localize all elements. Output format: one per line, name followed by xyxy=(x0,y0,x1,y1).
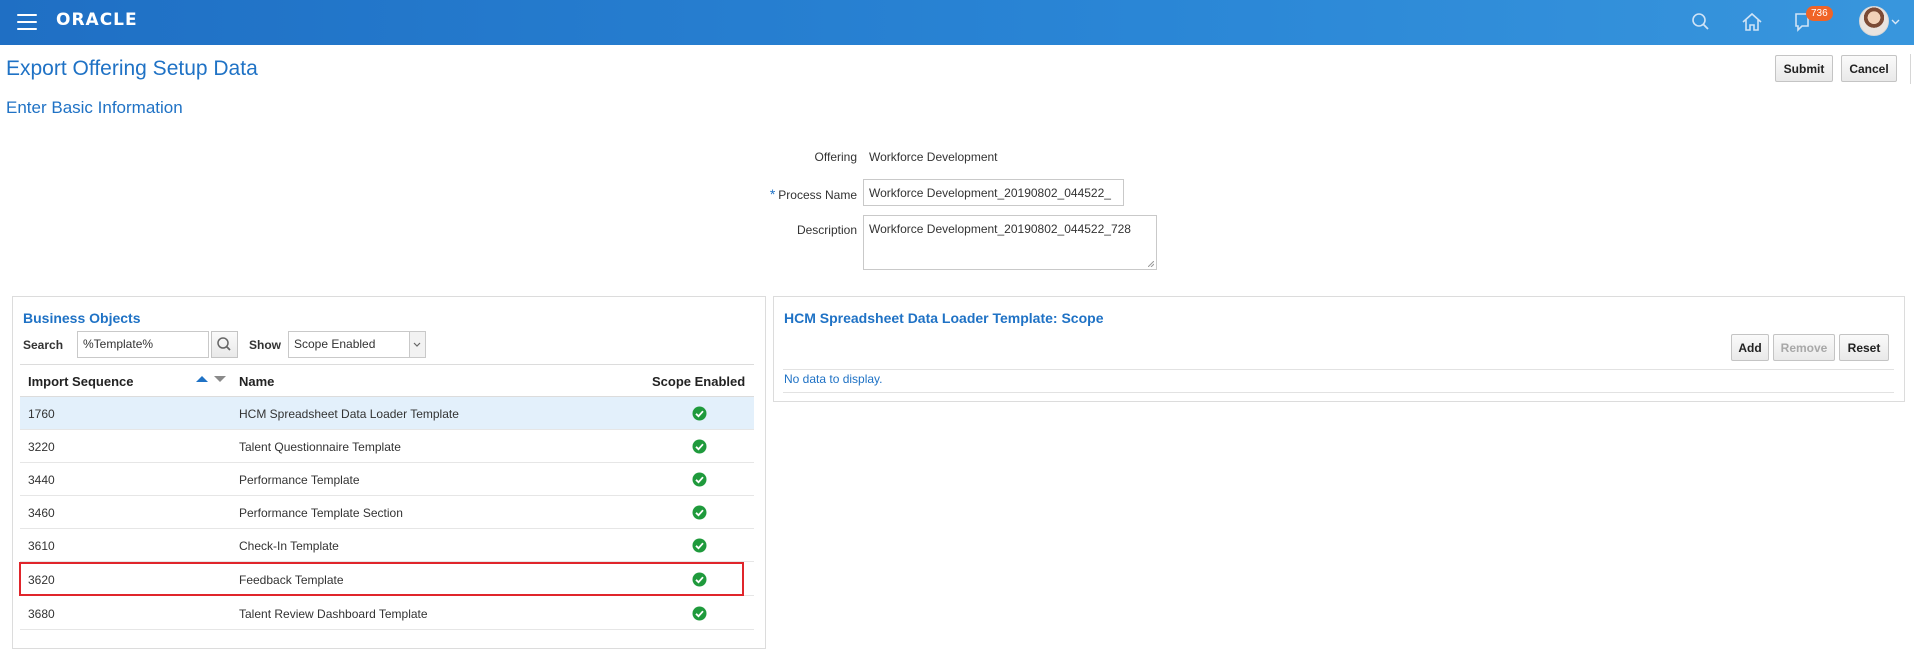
chevron-down-icon[interactable] xyxy=(1891,17,1900,26)
add-button[interactable]: Add xyxy=(1731,334,1769,361)
show-label: Show xyxy=(249,338,281,352)
page-title: Export Offering Setup Data xyxy=(6,57,258,80)
sort-ascending-icon[interactable] xyxy=(196,375,208,383)
sort-descending-icon[interactable] xyxy=(214,375,226,383)
import-sequence-cell: 1760 xyxy=(28,407,55,421)
cancel-button[interactable]: Cancel xyxy=(1841,55,1897,82)
reset-button[interactable]: Reset xyxy=(1839,334,1889,361)
process-name-label: * Process Name xyxy=(769,186,857,202)
name-cell: Performance Template xyxy=(239,473,360,487)
home-icon[interactable] xyxy=(1739,9,1765,35)
description-field[interactable]: Workforce Development_20190802_044522_72… xyxy=(863,215,1157,270)
notification-badge: 736 xyxy=(1806,6,1833,21)
import-sequence-cell: 3610 xyxy=(28,539,55,553)
scope-table-bottom-border xyxy=(783,392,1894,393)
column-header-name[interactable]: Name xyxy=(239,374,274,389)
user-avatar[interactable] xyxy=(1859,6,1889,36)
remove-button[interactable]: Remove xyxy=(1773,334,1835,361)
row-highlight-box xyxy=(19,562,744,596)
table-row[interactable]: 3220 Talent Questionnaire Template xyxy=(20,430,754,463)
table-top-border xyxy=(20,364,754,365)
table-row[interactable]: 3440 Performance Template xyxy=(20,463,754,496)
check-circle-icon xyxy=(692,505,707,520)
process-name-field[interactable]: Workforce Development_20190802_044522_ xyxy=(863,179,1124,206)
toolbar-divider xyxy=(1910,54,1911,84)
column-header-scope-enabled[interactable]: Scope Enabled xyxy=(652,374,745,389)
select-arrow xyxy=(409,332,425,357)
check-circle-icon xyxy=(692,606,707,621)
description-label: Description xyxy=(796,223,857,237)
table-row[interactable]: 3610 Check-In Template xyxy=(20,529,754,562)
name-cell: Talent Review Dashboard Template xyxy=(239,607,428,621)
search-icon[interactable] xyxy=(1688,9,1714,35)
table-row[interactable]: 3460 Performance Template Section xyxy=(20,496,754,529)
scope-panel-title: HCM Spreadsheet Data Loader Template: Sc… xyxy=(784,310,1104,326)
import-sequence-cell: 3220 xyxy=(28,440,55,454)
required-indicator: * xyxy=(769,186,776,202)
search-input[interactable]: %Template% xyxy=(77,331,209,358)
name-cell: Talent Questionnaire Template xyxy=(239,440,401,454)
submit-button[interactable]: Submit xyxy=(1775,55,1833,82)
search-button[interactable] xyxy=(211,331,238,358)
oracle-logo: ORACLE xyxy=(56,10,138,30)
check-circle-icon xyxy=(692,538,707,553)
check-circle-icon xyxy=(692,472,707,487)
chevron-down-icon xyxy=(413,342,421,347)
import-sequence-cell: 3440 xyxy=(28,473,55,487)
table-row[interactable]: 3680 Talent Review Dashboard Template xyxy=(20,597,754,630)
name-cell: Check-In Template xyxy=(239,539,339,553)
check-circle-icon xyxy=(692,439,707,454)
name-cell: HCM Spreadsheet Data Loader Template xyxy=(239,407,459,421)
navigator-menu-icon[interactable] xyxy=(17,14,37,30)
global-header: ORACLE 736 xyxy=(0,0,1914,45)
scope-table-border xyxy=(783,369,1894,370)
business-objects-title: Business Objects xyxy=(23,310,141,326)
show-select[interactable]: Scope Enabled xyxy=(288,331,426,358)
check-circle-icon xyxy=(692,406,707,421)
offering-label: Offering xyxy=(814,150,857,164)
search-label: Search xyxy=(23,338,64,352)
import-sequence-cell: 3460 xyxy=(28,506,55,520)
resize-handle-icon[interactable] xyxy=(1148,261,1154,267)
column-header-import-sequence[interactable]: Import Sequence xyxy=(28,374,133,389)
empty-message: No data to display. xyxy=(784,372,883,386)
table-row[interactable]: 1760 HCM Spreadsheet Data Loader Templat… xyxy=(20,397,754,430)
section-title: Enter Basic Information xyxy=(6,98,183,117)
name-cell: Performance Template Section xyxy=(239,506,403,520)
import-sequence-cell: 3680 xyxy=(28,607,55,621)
search-icon xyxy=(217,337,231,351)
offering-value: Workforce Development xyxy=(869,150,998,164)
